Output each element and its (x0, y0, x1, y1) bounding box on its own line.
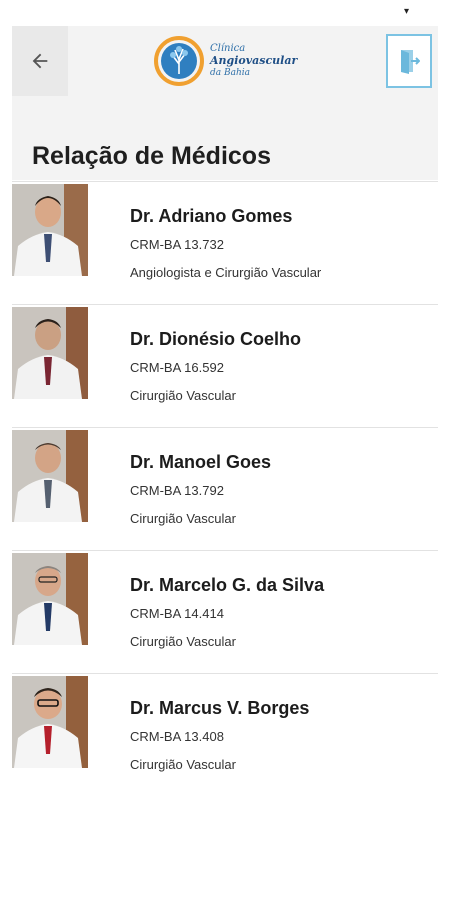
status-bar: ▾ (0, 0, 450, 24)
app-bar: Clínica Angiovascular da Bahia (12, 26, 438, 96)
doctor-specialty: Cirurgião Vascular (130, 757, 236, 772)
arrow-left-icon (32, 53, 48, 69)
doctor-name: Dr. Marcelo G. da Silva (130, 575, 325, 595)
doctor-list-item[interactable]: Dr. Adriano Gomes CRM-BA 13.732 Angiolog… (12, 181, 438, 304)
doctor-name: Dr. Dionésio Coelho (130, 329, 302, 349)
doctor-specialty: Angiologista e Cirurgião Vascular (130, 265, 322, 280)
doctor-photo (12, 184, 88, 276)
exit-door-icon (401, 50, 420, 74)
clinic-logo-text: Clínica Angiovascular da Bahia (210, 43, 297, 79)
clinic-logo-emblem (154, 36, 204, 86)
doctor-crm: CRM-BA 13.732 (130, 237, 224, 252)
doctor-list-item[interactable]: Dr. Marcelo G. da Silva CRM-BA 14.414 Ci… (12, 550, 438, 673)
doctor-specialty: Cirurgião Vascular (130, 511, 236, 526)
clinic-logo: Clínica Angiovascular da Bahia (154, 34, 304, 88)
doctor-name: Dr. Manoel Goes (130, 452, 272, 472)
page-title: Relação de Médicos (32, 142, 271, 170)
exit-button[interactable] (386, 34, 432, 88)
logo-line-3: da Bahia (210, 68, 251, 78)
doctor-name: Dr. Marcus V. Borges (130, 698, 310, 718)
doctor-crm: CRM-BA 13.792 (130, 483, 224, 498)
doctor-photo (12, 307, 88, 399)
doctor-photo (12, 553, 88, 645)
doctor-photo (12, 676, 88, 768)
status-indicator: ▾ (404, 6, 410, 17)
title-band: Relação de Médicos (12, 96, 438, 180)
doctor-list-item[interactable]: Dr. Marcus V. Borges CRM-BA 13.408 Cirur… (12, 673, 438, 796)
doctor-specialty: Cirurgião Vascular (130, 388, 236, 403)
doctor-list-item[interactable]: Dr. Manoel Goes CRM-BA 13.792 Cirurgião … (12, 427, 438, 550)
doctor-crm: CRM-BA 14.414 (130, 606, 224, 621)
back-button[interactable] (12, 26, 68, 96)
doctor-list-item[interactable]: Dr. Dionésio Coelho CRM-BA 16.592 Cirurg… (12, 304, 438, 427)
doctor-specialty: Cirurgião Vascular (130, 634, 236, 649)
doctor-crm: CRM-BA 16.592 (130, 360, 224, 375)
doctor-name: Dr. Adriano Gomes (130, 206, 293, 226)
doctor-list: Dr. Adriano Gomes CRM-BA 13.732 Angiolog… (12, 181, 438, 796)
doctor-crm: CRM-BA 13.408 (130, 729, 224, 744)
doctor-photo (12, 430, 88, 522)
logo-line-2: Angiovascular (210, 54, 298, 67)
